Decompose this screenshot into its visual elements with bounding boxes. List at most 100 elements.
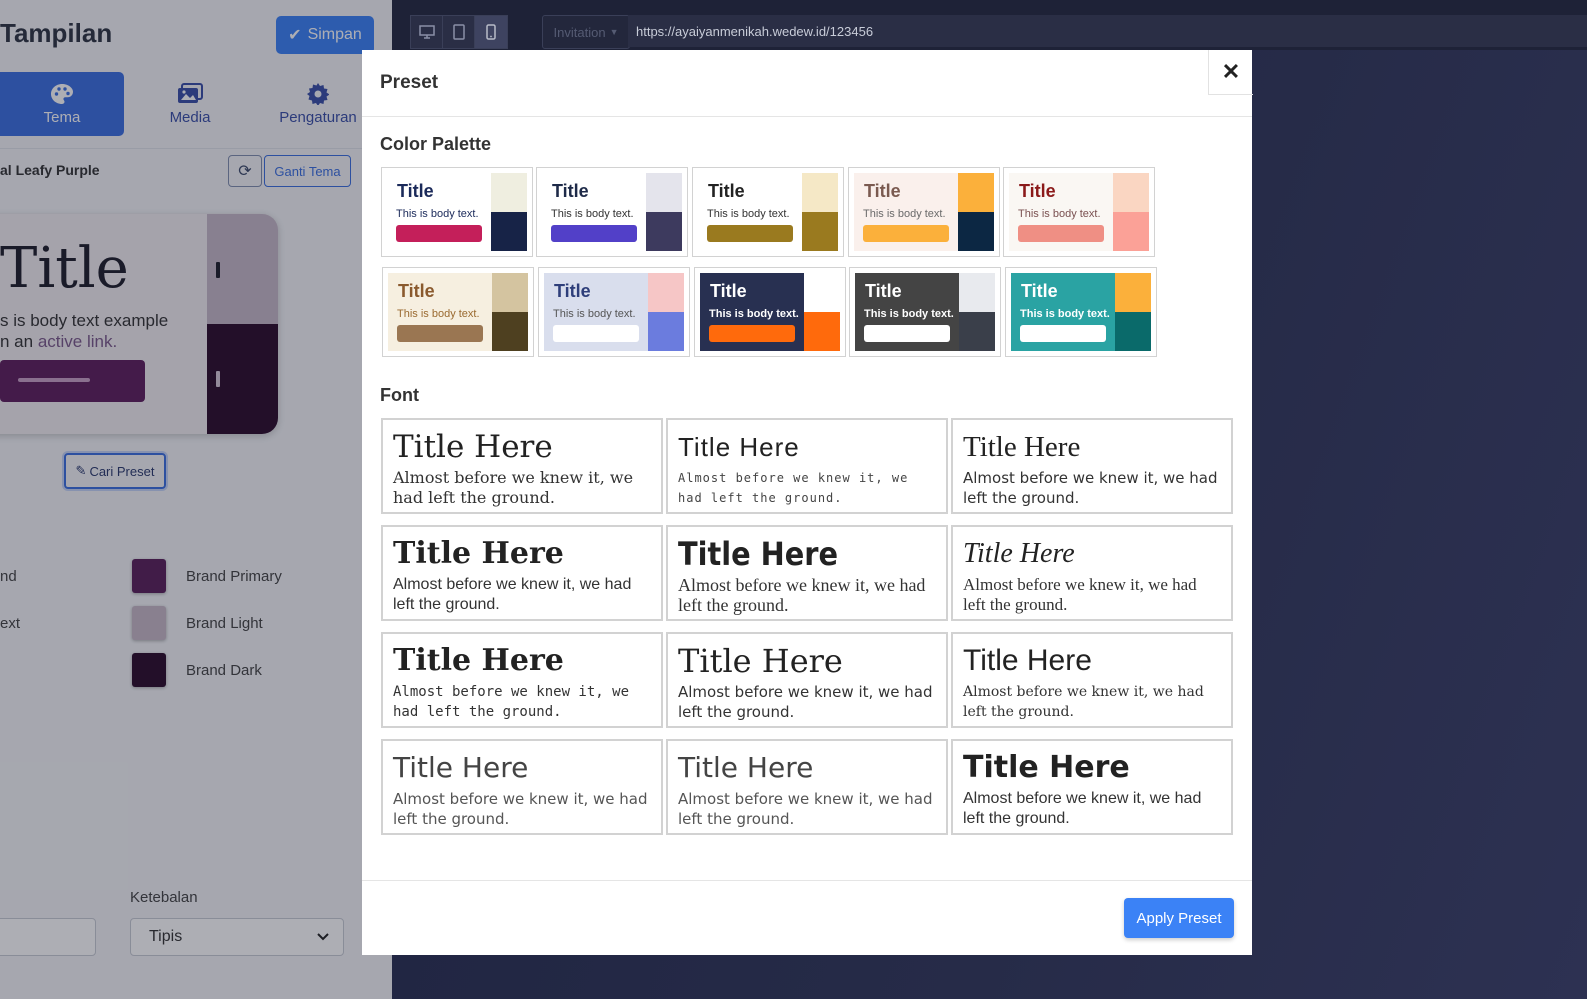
palette-swatch-light — [492, 273, 528, 312]
desktop-view-button[interactable] — [410, 15, 444, 49]
palette-swatch-light — [1115, 273, 1151, 312]
palette-title: Title — [708, 181, 745, 201]
palette-option-4[interactable]: Title This is body text. — [848, 167, 1000, 257]
palette-option-5[interactable]: Title This is body text. — [1003, 167, 1155, 257]
font-sample-title: Title Here — [963, 644, 1092, 677]
palette-swatch-light — [802, 173, 838, 212]
palette-swatch-dark — [492, 312, 528, 351]
font-option-8[interactable]: Title Here Almost before we knew it, we h… — [666, 632, 948, 728]
font-sample-title: Title Here — [678, 535, 839, 573]
preview-url[interactable]: https://ayaiyanmenikah.wedew.id/123456 — [628, 15, 1587, 47]
palette-body-text: This is body text. — [707, 208, 790, 220]
font-sample-title: Title Here — [678, 642, 843, 680]
font-option-6[interactable]: Title Here Almost before we knew it, we h… — [951, 525, 1233, 621]
palette-swatch-light — [646, 173, 682, 212]
font-option-12[interactable]: Title Here Almost before we knew it, we h… — [951, 739, 1233, 835]
font-sample-title: Title Here — [963, 750, 1130, 785]
desktop-icon — [419, 25, 435, 39]
palette-swatch-light — [1113, 173, 1149, 212]
font-sample-body: Almost before we knew it, we had left th… — [678, 471, 909, 505]
palette-option-3[interactable]: Title This is body text. — [692, 167, 844, 257]
palette-option-9[interactable]: Title This is body text. — [849, 267, 1001, 357]
palette-preview: Title This is body text. — [544, 273, 684, 351]
palette-button — [1018, 225, 1104, 242]
palette-body-text: This is body text. — [396, 208, 479, 220]
palette-option-1[interactable]: Title This is body text. — [381, 167, 533, 257]
font-sample-title: Title Here — [393, 429, 553, 465]
tablet-icon — [453, 24, 465, 40]
palette-option-8[interactable]: Title This is body text. — [694, 267, 846, 357]
font-sample-body: Almost before we knew it, we had left th… — [963, 575, 1197, 614]
palette-swatch-light — [958, 173, 994, 212]
font-option-4[interactable]: Title Here Almost before we knew it, we h… — [381, 525, 663, 621]
font-sample-title: Title Here — [963, 538, 1075, 569]
preset-modal: Preset ✕ Color Palette Title This is body… — [362, 50, 1253, 955]
font-sample-title: Title Here — [678, 751, 814, 784]
palette-option-6[interactable]: Title This is body text. — [382, 267, 534, 357]
font-option-11[interactable]: Title Here Almost before we knew it, we h… — [666, 739, 948, 835]
close-button[interactable]: ✕ — [1208, 50, 1253, 95]
close-icon: ✕ — [1221, 59, 1241, 84]
palette-swatch-dark — [648, 312, 684, 351]
palette-swatch-light — [648, 273, 684, 312]
font-sample-body: Almost before we knew it, we had left th… — [393, 684, 630, 720]
palette-title: Title — [1019, 181, 1056, 201]
tablet-view-button[interactable] — [442, 15, 476, 49]
palette-option-10[interactable]: Title This is body text. — [1005, 267, 1157, 357]
divider — [362, 116, 1252, 117]
palette-button — [863, 225, 949, 242]
font-option-10[interactable]: Title Here Almost before we knew it, we h… — [381, 739, 663, 835]
palette-swatch-light — [959, 273, 995, 312]
palette-preview: Title This is body text. — [1009, 173, 1149, 251]
palette-swatch-dark — [1113, 212, 1149, 251]
palette-button — [397, 325, 483, 342]
palette-preview: Title This is body text. — [388, 273, 528, 351]
palette-body-text: This is body text. — [863, 208, 946, 220]
mobile-icon — [486, 24, 496, 40]
apply-preset-button[interactable]: Apply Preset — [1124, 898, 1234, 938]
font-option-1[interactable]: Title Here Almost before we knew it, we h… — [381, 418, 663, 514]
palette-button — [553, 325, 639, 342]
font-sample-body: Almost before we knew it, we had left th… — [393, 790, 648, 828]
palette-preview: Title This is body text. — [698, 173, 838, 251]
font-sample-body: Almost before we knew it, we had left th… — [393, 468, 634, 507]
font-option-2[interactable]: Title Here Almost before we knew it, we h… — [666, 418, 948, 514]
font-sample-body: Almost before we knew it, we had left th… — [963, 469, 1218, 507]
font-sample-title: Title Here — [393, 751, 529, 784]
palette-option-2[interactable]: Title This is body text. — [536, 167, 688, 257]
palette-button — [709, 325, 795, 342]
invitation-select[interactable]: Invitation ▼ — [542, 15, 630, 49]
palette-title: Title — [864, 181, 901, 201]
palette-swatch-light — [491, 173, 527, 212]
font-option-7[interactable]: Title Here Almost before we knew it, we h… — [381, 632, 663, 728]
font-option-5[interactable]: Title Here Almost before we knew it, we h… — [666, 525, 948, 621]
font-option-3[interactable]: Title Here Almost before we knew it, we h… — [951, 418, 1233, 514]
palette-swatch-dark — [646, 212, 682, 251]
palette-swatch-dark — [1115, 312, 1151, 351]
palette-button — [707, 225, 793, 242]
palette-body-text: This is body text. — [864, 308, 954, 320]
palette-title: Title — [397, 181, 434, 201]
font-sample-body: Almost before we knew it, we had left th… — [678, 683, 933, 721]
divider — [362, 880, 1252, 881]
font-option-9[interactable]: Title Here Almost before we knew it, we h… — [951, 632, 1233, 728]
palette-swatch-dark — [958, 212, 994, 251]
palette-title: Title — [710, 281, 747, 301]
palette-title: Title — [552, 181, 589, 201]
font-sample-body: Almost before we knew it, we had left th… — [678, 790, 933, 828]
palette-body-text: This is body text. — [1020, 308, 1110, 320]
palette-title: Title — [554, 281, 591, 301]
modal-title: Preset — [380, 72, 439, 93]
palette-option-7[interactable]: Title This is body text. — [538, 267, 690, 357]
mobile-view-button[interactable] — [474, 15, 508, 49]
color-palette-heading: Color Palette — [380, 134, 492, 154]
caret-down-icon: ▼ — [609, 27, 619, 37]
palette-preview: Title This is body text. — [854, 173, 994, 251]
font-sample-body: Almost before we knew it, we had left th… — [393, 576, 632, 613]
font-sample-title: Title Here — [678, 432, 800, 462]
font-sample-title: Title Here — [393, 643, 564, 678]
palette-swatch-dark — [959, 312, 995, 351]
palette-body-text: This is body text. — [709, 308, 799, 320]
palette-title: Title — [1021, 281, 1058, 301]
palette-button — [1020, 325, 1106, 342]
